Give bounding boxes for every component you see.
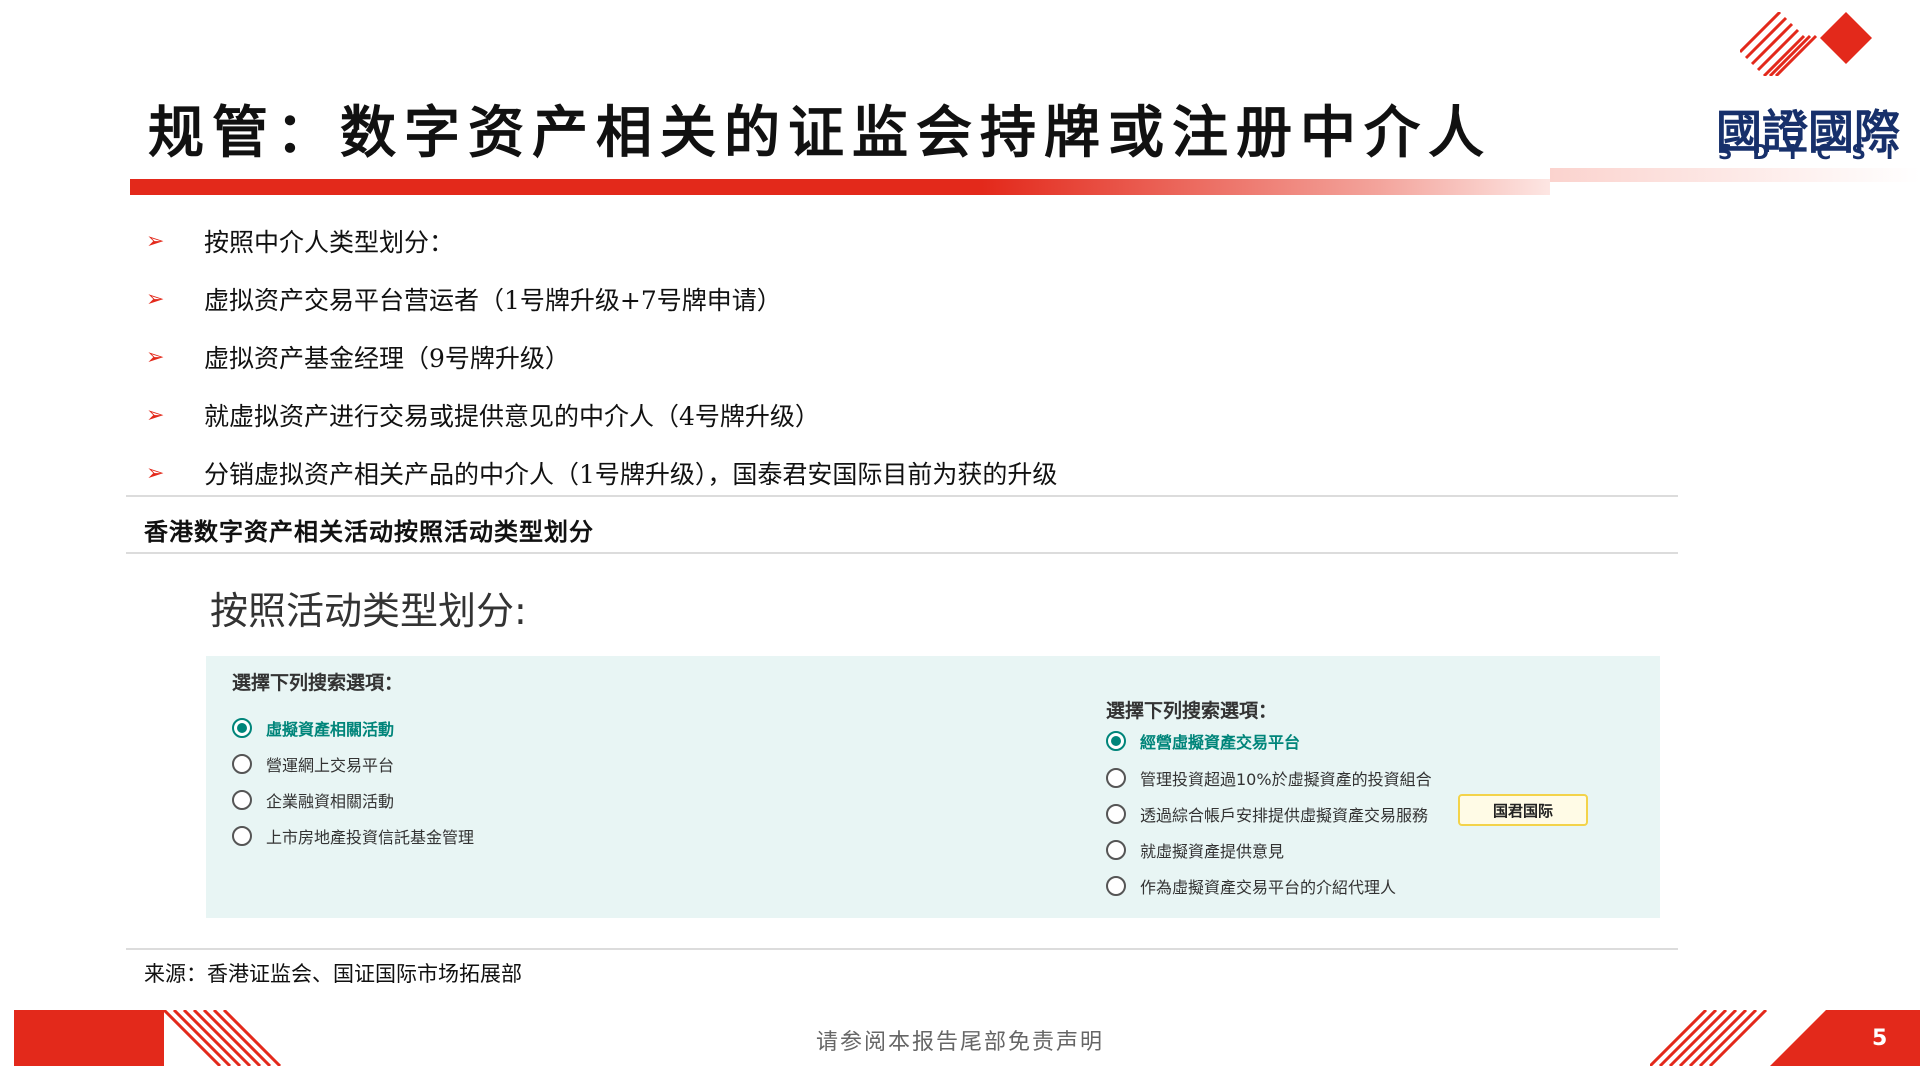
radio-option-manage-va-portfolio[interactable]: 管理投資超過10%於虛擬資產的投資組合	[1106, 766, 1432, 790]
option-label: 企業融資相關活動	[266, 792, 395, 811]
bullet-text: 按照中介人类型划分：	[204, 228, 455, 257]
bullet-text: 分销虚拟资产相关产品的中介人（1号牌升级），国泰君安国际目前为获的升级	[204, 460, 1058, 489]
option-label: 上市房地產投資信託基金管理	[266, 828, 475, 847]
radio-option-omnibus-account[interactable]: 透過綜合帳戶安排提供虛擬資產交易服務	[1106, 802, 1428, 826]
radio-icon	[1106, 876, 1126, 896]
source-top-rule	[126, 948, 1678, 950]
radio-option-virtual-asset-activities[interactable]: 虛擬資產相關活動	[232, 716, 394, 740]
section-mid-rule	[126, 552, 1678, 554]
radio-option-online-trading[interactable]: 營運網上交易平台	[232, 752, 394, 776]
option-label: 管理投資超過10%於虛擬資產的投資組合	[1140, 770, 1432, 789]
radio-option-reit-management[interactable]: 上市房地產投資信託基金管理	[232, 824, 474, 848]
radio-icon	[1106, 804, 1126, 824]
bullet-text: 就虚拟资产进行交易或提供意见的中介人（4号牌升级）	[204, 402, 820, 431]
option-label: 作為虛擬資產交易平台的介紹代理人	[1140, 878, 1397, 897]
section-top-rule	[126, 495, 1678, 497]
arrow-bullet-icon: ➢	[146, 286, 165, 312]
radio-icon	[232, 790, 252, 810]
option-label: 營運網上交易平台	[266, 756, 395, 775]
screenshot-heading: 按照活动类型划分:	[210, 589, 527, 633]
bullet-text: 虚拟资产基金经理（9号牌升级）	[204, 344, 570, 373]
radio-icon	[1106, 840, 1126, 860]
title-underline-fade	[1550, 168, 1920, 182]
radio-icon	[232, 754, 252, 774]
bullet-item: ➢ 就虚拟资产进行交易或提供意见的中介人（4号牌升级）	[146, 386, 1057, 444]
arrow-bullet-icon: ➢	[146, 402, 165, 428]
bullet-item: ➢ 分销虚拟资产相关产品的中介人（1号牌升级），国泰君安国际目前为获的升级	[146, 444, 1057, 502]
option-label: 就虛擬資產提供意見	[1140, 842, 1285, 861]
radio-icon	[1106, 768, 1126, 788]
left-options-heading: 選擇下列搜索選項：	[232, 672, 404, 694]
radio-option-operate-va-platform[interactable]: 經營虛擬資產交易平台	[1106, 729, 1300, 753]
logo-diamond-graphic	[1820, 12, 1872, 64]
radio-icon	[232, 826, 252, 846]
company-logo-english: SDICSI	[1718, 140, 1914, 164]
source-note: 来源：香港证监会、国证国际市场拓展部	[144, 962, 522, 986]
radio-option-introducing-agent[interactable]: 作為虛擬資產交易平台的介紹代理人	[1106, 874, 1396, 898]
bullet-list: ➢ 按照中介人类型划分： ➢ 虚拟资产交易平台营运者（1号牌升级+7号牌申请） …	[146, 212, 1057, 502]
footer-disclaimer: 请参阅本报告尾部免责声明	[815, 1030, 1104, 1055]
bullet-text: 虚拟资产交易平台营运者（1号牌升级+7号牌申请）	[204, 286, 782, 315]
option-label: 經營虛擬資產交易平台	[1140, 733, 1301, 752]
bullet-item: ➢ 按照中介人类型划分：	[146, 212, 1057, 270]
page-number: 5	[1872, 1026, 1888, 1051]
search-options-panel	[206, 656, 1660, 918]
title-underline-bar	[130, 179, 1550, 195]
arrow-bullet-icon: ➢	[146, 460, 165, 486]
highlight-tag: 国君国际	[1458, 794, 1588, 826]
option-label: 虛擬資產相關活動	[266, 720, 395, 739]
bullet-item: ➢ 虚拟资产基金经理（9号牌升级）	[146, 328, 1057, 386]
right-options-heading: 選擇下列搜索選項：	[1106, 700, 1278, 722]
option-label: 透過綜合帳戶安排提供虛擬資產交易服務	[1140, 806, 1429, 825]
page-title: 规管：数字资产相关的证监会持牌或注册中介人	[148, 101, 1492, 166]
radio-selected-icon	[1106, 731, 1126, 751]
radio-selected-icon	[232, 718, 252, 738]
section-title: 香港数字资产相关活动按照活动类型划分	[144, 518, 594, 546]
bullet-item: ➢ 虚拟资产交易平台营运者（1号牌升级+7号牌申请）	[146, 270, 1057, 328]
radio-option-corporate-finance[interactable]: 企業融資相關活動	[232, 788, 394, 812]
arrow-bullet-icon: ➢	[146, 228, 165, 254]
arrow-bullet-icon: ➢	[146, 344, 165, 370]
radio-option-va-advice[interactable]: 就虛擬資產提供意見	[1106, 838, 1284, 862]
